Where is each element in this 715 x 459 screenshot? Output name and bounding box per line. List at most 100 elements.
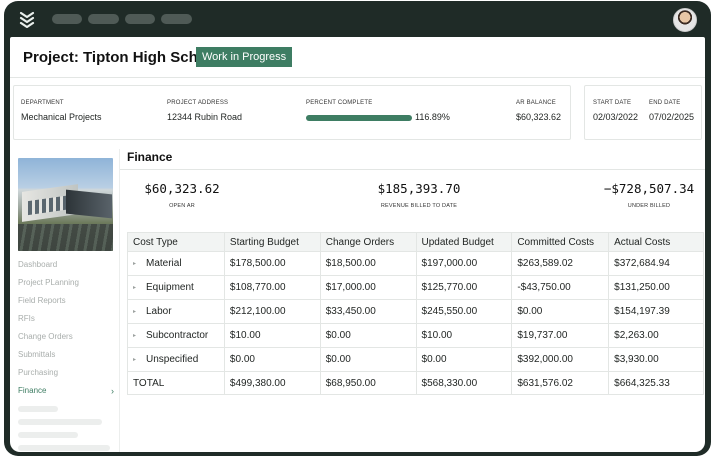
percent-complete-label: PERCENT COMPLETE <box>306 100 373 106</box>
metric-under-billed: −$728,507.34 UNDER BILLED <box>594 181 704 209</box>
top-nav-placeholder-4[interactable] <box>161 14 192 24</box>
sidebar-item-finance[interactable]: Finance › <box>18 382 114 400</box>
metric-open-ar: $60,323.62 OPEN AR <box>132 181 232 209</box>
ar-balance-value: $60,323.62 <box>516 112 562 122</box>
expand-caret-icon[interactable]: ▸ <box>133 356 146 363</box>
sidebar-item-purchasing[interactable]: Purchasing <box>18 364 114 382</box>
user-avatar[interactable] <box>673 8 697 32</box>
table-total-row: TOTAL $499,380.00 $68,950.00 $568,330.00… <box>127 371 704 395</box>
sidebar-item-label: Finance <box>18 386 47 395</box>
table-cell: $0.00 <box>319 347 417 372</box>
total-cell: $664,325.33 <box>608 371 704 395</box>
address-label: PROJECT ADDRESS <box>167 100 229 106</box>
expand-caret-icon[interactable]: ▸ <box>133 284 146 291</box>
table-cell: $178,500.00 <box>223 251 321 276</box>
metric-value: −$728,507.34 <box>603 181 695 196</box>
metric-label: UNDER BILLED <box>627 203 671 209</box>
top-nav-placeholder-1[interactable] <box>52 14 82 24</box>
percent-complete-fill <box>306 115 412 121</box>
end-date-label: END DATE <box>649 100 681 106</box>
column-header[interactable]: Cost Type <box>127 232 225 252</box>
expand-caret-icon[interactable]: ▸ <box>133 260 146 267</box>
sidebar-item-change-orders[interactable]: Change Orders <box>18 328 114 346</box>
start-date-label: START DATE <box>593 100 632 106</box>
percent-complete-value: 116.89% <box>415 112 450 122</box>
cost-type-cell: ▸ Equipment <box>127 275 225 300</box>
top-nav-bar <box>4 1 711 37</box>
sidebar-item-rfis[interactable]: RFIs <box>18 310 114 328</box>
department-label: DEPARTMENT <box>21 100 64 106</box>
metric-revenue-billed: $185,393.70 REVENUE BILLED TO DATE <box>364 181 474 209</box>
table-cell: $33,450.00 <box>319 299 417 324</box>
table-cell: $0.00 <box>319 323 417 348</box>
top-nav-placeholder-2[interactable] <box>88 14 119 24</box>
start-date-value: 02/03/2022 <box>593 112 639 122</box>
table-row[interactable]: ▸ Subcontractor $10.00 $0.00 $10.00 $19,7… <box>127 323 704 348</box>
table-cell: $3,930.00 <box>608 347 704 372</box>
table-cell: $19,737.00 <box>511 323 610 348</box>
table-cell: $245,550.00 <box>415 299 513 324</box>
cost-table: Cost Type Starting Budget Change Orders … <box>127 232 704 395</box>
project-photo <box>18 158 113 251</box>
sidebar-item-dashboard[interactable]: Dashboard <box>18 256 114 274</box>
department-value: Mechanical Projects <box>21 112 102 122</box>
metric-value: $60,323.62 <box>144 181 220 196</box>
metric-label: OPEN AR <box>169 203 195 209</box>
sidebar-placeholder-1 <box>18 406 58 412</box>
table-cell: $2,263.00 <box>608 323 704 348</box>
table-cell: $0.00 <box>415 347 513 372</box>
table-cell: $17,000.00 <box>319 275 417 300</box>
project-header: Project: Tipton High School Work in Prog… <box>10 37 705 78</box>
app-content: Project: Tipton High School Work in Prog… <box>10 37 705 452</box>
status-badge: Work in Progress <box>196 47 293 67</box>
sidebar-placeholder-3 <box>18 432 78 438</box>
table-cell: $197,000.00 <box>415 251 513 276</box>
sidebar-item-project-planning[interactable]: Project PLanning <box>18 274 114 292</box>
table-cell: $263,589.02 <box>511 251 610 276</box>
total-cell: $68,950.00 <box>319 371 417 395</box>
table-cell: $10.00 <box>415 323 513 348</box>
table-row[interactable]: ▸ Unspecified $0.00 $0.00 $0.00 $392,000.… <box>127 347 704 372</box>
cost-type-cell: ▸ Material <box>127 251 225 276</box>
table-row[interactable]: ▸ Labor $212,100.00 $33,450.00 $245,550.0… <box>127 299 704 324</box>
project-info-card: DEPARTMENT Mechanical Projects PROJECT A… <box>13 85 571 140</box>
table-cell: $10.00 <box>223 323 321 348</box>
table-cell: $18,500.00 <box>319 251 417 276</box>
total-cell: $499,380.00 <box>223 371 321 395</box>
expand-caret-icon[interactable]: ▸ <box>133 308 146 315</box>
column-header[interactable]: Committed Costs <box>511 232 610 252</box>
table-cell: -$43,750.00 <box>511 275 610 300</box>
end-date-value: 07/02/2025 <box>649 112 695 122</box>
sidebar-nav: Dashboard Project PLanning Field Reports… <box>18 256 114 452</box>
table-cell: $212,100.00 <box>223 299 321 324</box>
metric-label: REVENUE BILLED TO DATE <box>380 203 458 209</box>
column-header[interactable]: Starting Budget <box>223 232 321 252</box>
expand-caret-icon[interactable]: ▸ <box>133 332 146 339</box>
sidebar-item-submittals[interactable]: Submittals <box>18 346 114 364</box>
top-nav-placeholder-3[interactable] <box>125 14 155 24</box>
percent-complete-bar <box>306 115 412 121</box>
table-row[interactable]: ▸ Material $178,500.00 $18,500.00 $197,00… <box>127 251 704 276</box>
table-cell: $372,684.94 <box>608 251 704 276</box>
chevron-right-icon: › <box>111 386 114 396</box>
total-label: TOTAL <box>127 371 225 395</box>
cost-type-cell: ▸ Subcontractor <box>127 323 225 348</box>
stacked-chevrons-icon[interactable] <box>18 10 36 28</box>
table-cell: $131,250.00 <box>608 275 704 300</box>
table-cell: $108,770.00 <box>223 275 321 300</box>
table-cell: $0.00 <box>511 299 610 324</box>
column-header[interactable]: Updated Budget <box>415 232 513 252</box>
table-header-row: Cost Type Starting Budget Change Orders … <box>127 232 704 252</box>
sidebar-placeholder-4 <box>18 445 110 451</box>
ar-balance-label: AR BALANCE <box>516 100 557 106</box>
table-cell: $392,000.00 <box>511 347 610 372</box>
column-header[interactable]: Change Orders <box>319 232 417 252</box>
column-header[interactable]: Actual Costs <box>608 232 704 252</box>
table-cell: $125,770.00 <box>415 275 513 300</box>
table-cell: $0.00 <box>223 347 321 372</box>
sidebar-item-field-reports[interactable]: Field Reports <box>18 292 114 310</box>
address-value: 12344 Rubin Road <box>167 112 243 122</box>
table-row[interactable]: ▸ Equipment $108,770.00 $17,000.00 $125,7… <box>127 275 704 300</box>
section-divider <box>120 169 705 170</box>
finance-panel: Finance $60,323.62 OPEN AR $185,393.70 R… <box>120 149 705 452</box>
